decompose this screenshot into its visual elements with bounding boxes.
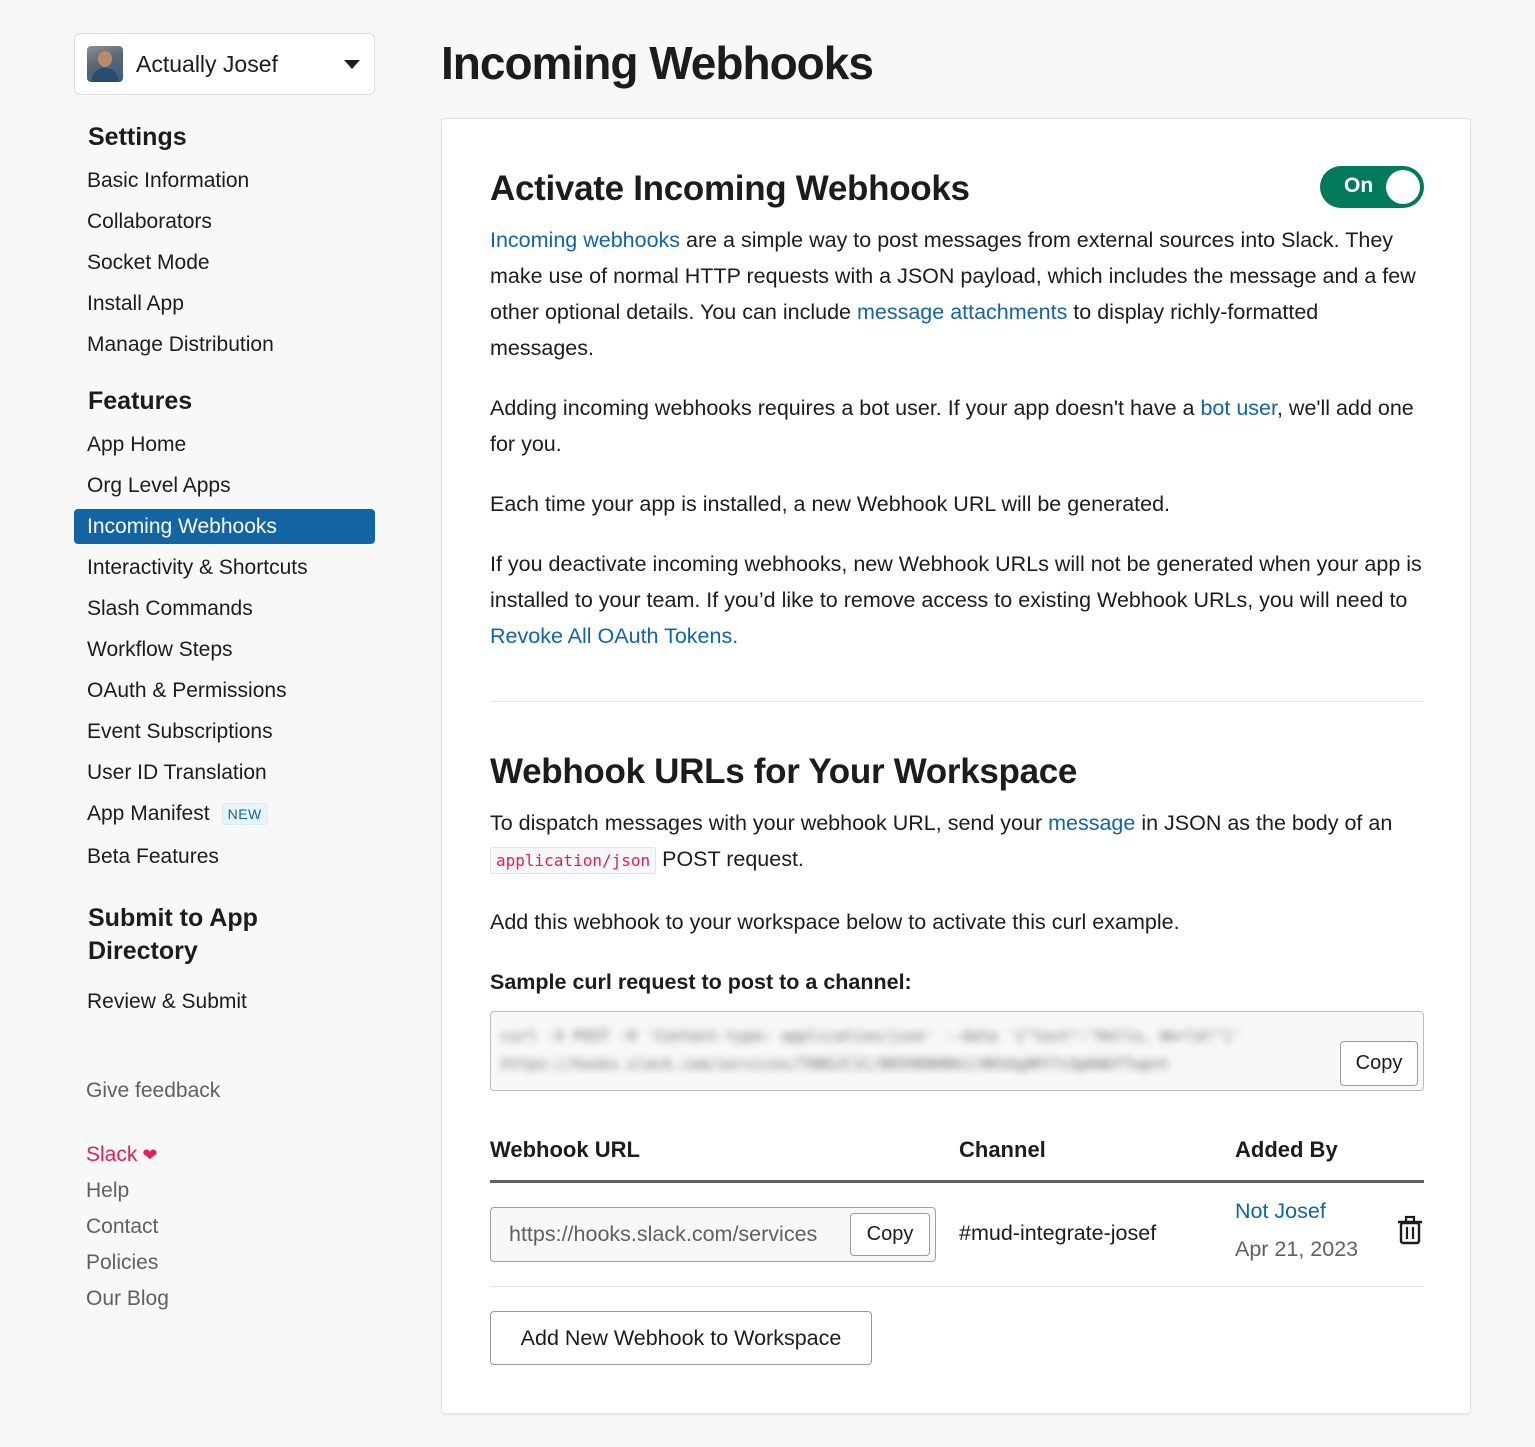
toggle-knob [1386,170,1420,204]
avatar [87,46,123,82]
column-header-webhook-url: Webhook URL [490,1137,640,1162]
sidebar-item-review-submit[interactable]: Review & Submit [74,984,375,1019]
added-by-user-link[interactable]: Not Josef [1235,1199,1326,1224]
heart-icon: ❤ [142,1144,158,1165]
sidebar-item-incoming-webhooks[interactable]: Incoming Webhooks [74,509,375,544]
sidebar-item-app-home[interactable]: App Home [74,427,375,462]
activate-section-title: Activate Incoming Webhooks [490,169,970,208]
sidebar-item-slash-commands[interactable]: Slash Commands [74,591,375,626]
dispatch-text-mid: in JSON as the body of an [1135,811,1393,835]
sidebar-item-label: App Manifest [87,801,210,825]
footer-link-policies[interactable]: Policies [74,1245,375,1281]
dispatch-text-end: POST request. [656,847,804,871]
sidebar-item-oauth-permissions[interactable]: OAuth & Permissions [74,673,375,708]
nav-heading-submit-line1: Submit to App [88,904,258,932]
bot-user-text: Adding incoming webhooks requires a bot … [490,396,1201,420]
activate-description: Incoming webhooks are a simple way to po… [490,222,1425,366]
curl-line-1: curl -X POST -H 'Content-type: applicati… [501,1027,1242,1045]
column-header-added-by: Added By [1235,1137,1338,1162]
table-header-divider [490,1180,1424,1183]
sidebar: Actually Josef Settings Basic Informatio… [74,33,375,1317]
sidebar-item-socket-mode[interactable]: Socket Mode [74,245,375,280]
added-date: Apr 21, 2023 [1235,1237,1359,1261]
footer-link-our-blog[interactable]: Our Blog [74,1281,375,1317]
table-row-divider [490,1286,1424,1287]
message-attachments-link[interactable]: message attachments [857,300,1067,324]
sidebar-item-basic-information[interactable]: Basic Information [74,163,375,198]
sidebar-item-org-level-apps[interactable]: Org Level Apps [74,468,375,503]
sidebar-item-beta-features[interactable]: Beta Features [74,839,375,874]
nav-heading-submit: Submit to App Directory [74,902,375,968]
webhook-url-value: https://hooks.slack.com/services [509,1222,818,1246]
sidebar-item-event-subscriptions[interactable]: Event Subscriptions [74,714,375,749]
copy-curl-button[interactable]: Copy [1340,1041,1418,1086]
bot-user-link[interactable]: bot user [1200,396,1277,420]
footer-link-contact[interactable]: Contact [74,1209,375,1245]
sidebar-item-collaborators[interactable]: Collaborators [74,204,375,239]
revoke-tokens-link[interactable]: Revoke All OAuth Tokens. [490,624,738,648]
copy-webhook-url-button[interactable]: Copy [850,1213,930,1256]
trash-icon[interactable] [1397,1215,1423,1245]
main-card: Activate Incoming Webhooks On Incoming w… [441,118,1471,1414]
nav-heading-submit-line2: Directory [88,937,198,965]
give-feedback-link[interactable]: Give feedback [74,1073,375,1109]
sidebar-item-manage-distribution[interactable]: Manage Distribution [74,327,375,362]
nav-heading-features: Features [88,387,193,415]
dispatch-text: To dispatch messages with your webhook U… [490,811,1049,835]
sidebar-item-app-manifest[interactable]: App Manifest NEW [74,796,375,831]
curl-line-2: https://hooks.slack.com/services/T0BGJC1… [501,1055,1170,1073]
section-divider [490,701,1424,702]
deactivate-paragraph: If you deactivate incoming webhooks, new… [490,546,1425,654]
chevron-down-icon [344,59,360,69]
column-header-channel: Channel [959,1137,1046,1162]
new-badge: NEW [221,802,268,825]
incoming-webhooks-link[interactable]: Incoming webhooks [490,228,680,252]
sidebar-item-interactivity-shortcuts[interactable]: Interactivity & Shortcuts [74,550,375,585]
curl-label: Sample curl request to post to a channel… [490,970,912,994]
toggle-label: On [1344,174,1374,197]
slack-link-label: Slack [86,1143,138,1166]
activate-toggle[interactable]: On [1320,166,1424,208]
workspace-section-title: Webhook URLs for Your Workspace [490,752,1078,791]
deactivate-text: If you deactivate incoming webhooks, new… [490,552,1422,612]
app-switcher[interactable]: Actually Josef [74,33,375,95]
page-title: Incoming Webhooks [441,37,874,89]
app-name: Actually Josef [136,50,278,77]
bot-user-paragraph: Adding incoming webhooks requires a bot … [490,390,1425,462]
dispatch-paragraph: To dispatch messages with your webhook U… [490,805,1425,879]
sidebar-item-user-id-translation[interactable]: User ID Translation [74,755,375,790]
curl-example-box: curl -X POST -H 'Content-type: applicati… [490,1011,1424,1091]
sidebar-item-workflow-steps[interactable]: Workflow Steps [74,632,375,667]
nav-heading-settings: Settings [88,123,187,151]
add-new-webhook-button[interactable]: Add New Webhook to Workspace [490,1311,872,1365]
webhook-url-generated-paragraph: Each time your app is installed, a new W… [490,492,1171,516]
activate-curl-paragraph: Add this webhook to your workspace below… [490,910,1180,934]
content-type-code: application/json [490,847,657,874]
webhook-channel: #mud-integrate-josef [959,1221,1157,1245]
sidebar-item-install-app[interactable]: Install App [74,286,375,321]
footer-link-slack[interactable]: Slack ❤ [74,1137,375,1173]
webhook-url-field[interactable]: https://hooks.slack.com/services Copy [490,1207,936,1262]
message-link[interactable]: message [1048,811,1135,835]
footer-link-help[interactable]: Help [74,1173,375,1209]
curl-example-code: curl -X POST -H 'Content-type: applicati… [501,1022,1311,1078]
